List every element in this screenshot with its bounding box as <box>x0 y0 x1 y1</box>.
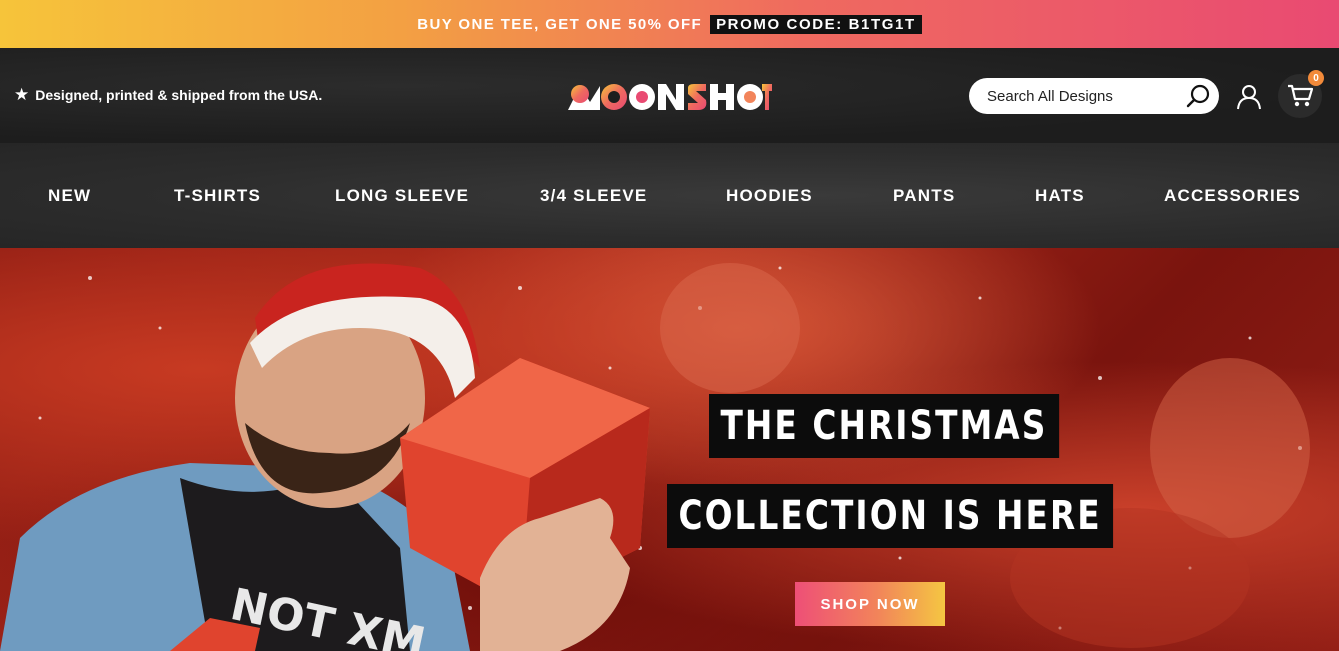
main-nav: NEW T-SHIRTS LONG SLEEVE 3/4 SLEEVE HOOD… <box>0 143 1339 248</box>
hero-image: NOT XM <box>0 263 1310 651</box>
nav-item-accessories[interactable]: ACCESSORIES <box>1164 186 1301 206</box>
nav-item-pants[interactable]: PANTS <box>893 186 955 206</box>
hero-headline-line-2: COLLECTION IS HERE <box>667 484 1114 548</box>
nav-item-hats[interactable]: HATS <box>1035 186 1085 206</box>
nav-item-three-quarter-sleeve[interactable]: 3/4 SLEEVE <box>540 186 647 206</box>
nav-item-hoodies[interactable]: HOODIES <box>726 186 813 206</box>
nav-item-t-shirts[interactable]: T-SHIRTS <box>174 186 261 206</box>
hero-banner[interactable]: NOT XM THE CHRISTMAS COLLECTION IS HERE … <box>0 248 1339 651</box>
promo-code: PROMO CODE: B1TG1T <box>710 14 922 34</box>
promo-banner[interactable]: BUY ONE TEE, GET ONE 50% OFF PROMO CODE:… <box>0 0 1339 48</box>
logo[interactable] <box>566 80 772 114</box>
tagline-text: Designed, printed & shipped from the USA… <box>35 86 323 103</box>
cart-count-badge: 0 <box>1308 70 1324 86</box>
hero-headline-line-1: THE CHRISTMAS <box>709 394 1059 458</box>
tagline: ★ Designed, printed & shipped from the U… <box>14 86 322 103</box>
search-bar[interactable] <box>969 78 1219 114</box>
cart-button[interactable]: 0 <box>1278 70 1324 118</box>
account-icon[interactable] <box>1236 84 1262 110</box>
site-header: ★ Designed, printed & shipped from the U… <box>0 48 1339 143</box>
nav-item-new[interactable]: NEW <box>48 186 91 206</box>
shop-now-button[interactable]: SHOP NOW <box>795 582 945 626</box>
star-icon: ★ <box>14 85 30 104</box>
search-input[interactable] <box>987 87 1177 105</box>
promo-text: BUY ONE TEE, GET ONE 50% OFF <box>417 15 703 33</box>
search-icon[interactable] <box>1185 83 1211 109</box>
cart-icon <box>1288 84 1313 107</box>
nav-item-long-sleeve[interactable]: LONG SLEEVE <box>335 186 469 206</box>
